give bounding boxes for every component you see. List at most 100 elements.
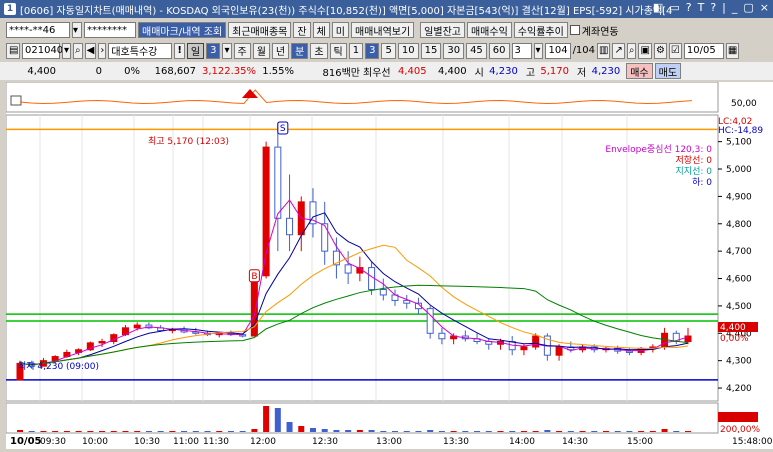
minute-30[interactable]: 30 (443, 42, 465, 59)
chart-area[interactable]: S B 5,100 5,000 4,900 4,800 4,700 4,600 4,500 4,… (5, 81, 773, 449)
sell-button[interactable]: 매도 (654, 63, 682, 79)
volume-bar (567, 431, 574, 432)
count-field[interactable]: 104 (544, 42, 571, 59)
minute-10[interactable]: 10 (397, 42, 419, 59)
period-tick[interactable]: 틱 (329, 42, 347, 59)
volume-bar (251, 429, 258, 432)
period-minute[interactable]: 분 (291, 42, 309, 59)
count-total: /104 (572, 45, 596, 56)
balance-button[interactable]: 잔 (293, 22, 311, 38)
minute-45[interactable]: 45 (466, 42, 487, 59)
arrow-icon[interactable]: › (98, 42, 107, 59)
volume-bar (274, 408, 281, 432)
separator: | (722, 1, 726, 14)
high-price: 5,170 (540, 65, 570, 77)
account-link-label: 계좌연동 (581, 26, 619, 38)
code-dropdown-icon[interactable]: ▾ (62, 42, 72, 59)
trade-mark-query-button[interactable]: 매매마크/내역 조회 (138, 22, 227, 38)
x-tick-label: 09:30 (40, 437, 66, 447)
calendar-icon[interactable]: ▦ (725, 42, 740, 59)
password-field[interactable]: ******** (84, 22, 136, 38)
volume-bar (438, 431, 445, 432)
price-chart[interactable]: S B 5,100 5,000 4,900 4,800 4,700 4,600 4,500 4,… (5, 81, 773, 449)
panel-menu-icon[interactable] (10, 95, 22, 106)
volume-bar (673, 431, 680, 432)
stock-code-field[interactable]: 021040 (22, 42, 63, 59)
save-icon[interactable]: ▣ (638, 42, 652, 59)
text-icon[interactable]: T (698, 1, 705, 14)
volume-pct-tag: 200,00% (720, 425, 760, 435)
account-field[interactable]: ****-**46 (6, 22, 70, 38)
period-year[interactable]: 년 (271, 42, 290, 59)
daily-balance-button[interactable]: 일별잔고 (420, 22, 465, 38)
volume-bar (685, 431, 691, 432)
candle-body (625, 350, 633, 353)
y-tick-label: 5,100 (726, 138, 752, 148)
period-day-count[interactable]: 3 (206, 42, 221, 59)
unfilled-button[interactable]: 미 (331, 22, 349, 38)
trade-marker-label: S (280, 124, 286, 134)
y-tick-label: 4,600 (726, 275, 752, 285)
minute-5[interactable]: 5 (381, 42, 396, 59)
bars-icon[interactable]: ▥ (597, 42, 611, 59)
control-0[interactable]: ◧ (653, 1, 663, 14)
control-1[interactable]: ▭ (669, 1, 679, 14)
volume-bar (181, 431, 188, 432)
volume-bar (99, 431, 106, 432)
recent-items-button[interactable]: 최근매매종목 (228, 22, 292, 38)
alert-icon[interactable]: ! (174, 42, 185, 59)
minute-15[interactable]: 15 (420, 42, 442, 59)
x-tick-label: 11:30 (203, 437, 229, 447)
minute-60[interactable]: 60 (488, 42, 510, 59)
quote-bar: 4,400 0 0% 168,607 3,122.35% 1.55% 816백만… (0, 62, 773, 80)
minute-1[interactable]: 1 (348, 42, 364, 59)
period-dropdown-icon[interactable]: ▾ (222, 42, 232, 59)
line-icon[interactable]: ↗ (612, 42, 625, 59)
date-check-icon[interactable]: ☑ (668, 42, 682, 59)
volume-bar (661, 429, 668, 432)
minimize-button[interactable]: _ (732, 1, 738, 14)
stock-name-field[interactable]: 대호특수강 (108, 42, 173, 59)
indicator-tick: 50,00 (731, 99, 757, 109)
help2-icon[interactable]: ? (710, 1, 716, 14)
volume-bar (216, 431, 223, 432)
interval-dropdown-icon[interactable]: ▾ (533, 42, 543, 59)
period-day[interactable]: 일 (186, 42, 205, 59)
current-price: 4,400 (27, 65, 56, 77)
interval-field[interactable]: 3 (511, 42, 532, 59)
zoom-icon[interactable]: ⌕ (626, 42, 637, 59)
return-trend-button[interactable]: 수익률추이 (513, 22, 568, 38)
volume-bar (474, 431, 481, 432)
trade-history-button[interactable]: 매매내역보기 (350, 22, 415, 38)
window-titlebar: 1 [0606] 자동일지차트(매매내역) - KOSDAQ 외국인보유(23(… (0, 0, 773, 18)
account-link-checkbox[interactable]: 계좌연동 (569, 23, 619, 38)
volume-bar (345, 430, 352, 432)
checkbox-icon[interactable] (569, 25, 580, 35)
close-button[interactable]: × (760, 1, 769, 14)
candle-body (532, 335, 540, 348)
open-label: 시 (474, 67, 484, 79)
search-icon[interactable]: ⌕ (73, 42, 83, 59)
period-second[interactable]: 초 (310, 42, 328, 59)
maximize-button[interactable]: ▢ (743, 1, 753, 14)
chart-toolbar: ▤ 021040 ▾ ⌕ ◀ › 대호특수강 ! 일 3 ▾ 주 월 년 분 초… (0, 41, 773, 60)
candle-body (321, 223, 329, 252)
volume-bar (263, 406, 270, 432)
y-tick-label: 4,800 (726, 220, 752, 230)
minute-3[interactable]: 3 (365, 42, 380, 59)
help-icon[interactable]: ? (686, 1, 692, 14)
gear-icon[interactable]: ⚙ (653, 42, 667, 59)
legend-entry: 하: 0 (692, 177, 712, 188)
x-tick-label: 13:30 (443, 437, 469, 447)
hc-label: HC:-14,89 (718, 126, 763, 136)
date-field[interactable]: 10/05 (683, 42, 724, 59)
period-week[interactable]: 주 (233, 42, 251, 59)
sound-icon[interactable]: ◀ (84, 42, 97, 59)
change-percent: 0% (124, 65, 140, 77)
account-dropdown-icon[interactable]: ▾ (72, 22, 82, 38)
menu-icon[interactable]: ▤ (6, 42, 20, 59)
filled-button[interactable]: 체 (312, 22, 330, 38)
trade-profit-button[interactable]: 매매수익 (466, 22, 512, 38)
period-month[interactable]: 월 (252, 42, 270, 59)
buy-button[interactable]: 매수 (626, 63, 653, 79)
